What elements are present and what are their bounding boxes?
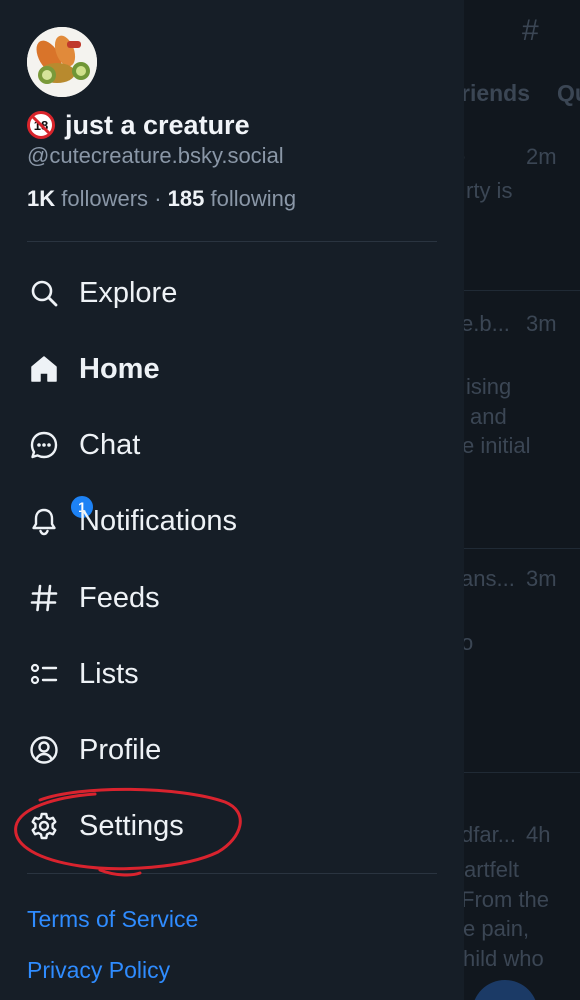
bell-icon xyxy=(32,508,56,536)
post-time: 2m xyxy=(526,144,557,169)
feed-text: dfar... xyxy=(461,822,517,847)
side-drawer: 18 just a creature @cutecreature.bsky.so… xyxy=(0,0,464,1000)
chat-bubble-icon xyxy=(30,431,58,459)
feed-text: ising xyxy=(466,374,512,399)
feed-text: ans... xyxy=(461,566,515,591)
feed-text: From the xyxy=(461,887,550,912)
display-name: just a creature xyxy=(65,109,250,140)
nav-lists-label: Lists xyxy=(79,657,139,690)
display-name-row: 18 just a creature xyxy=(27,108,250,142)
following-label[interactable]: following xyxy=(210,186,296,211)
home-icon xyxy=(31,356,57,382)
following-count[interactable]: 185 xyxy=(168,186,205,211)
feed-text: e.b... xyxy=(461,311,510,336)
nav-feeds-label: Feeds xyxy=(79,581,160,614)
nav-home-label: Home xyxy=(79,352,160,385)
divider xyxy=(27,873,437,874)
feed-divider xyxy=(464,772,580,773)
nav-chat-label: Chat xyxy=(79,428,141,461)
feed-text: artfelt xyxy=(464,857,520,882)
hashtag-icon xyxy=(30,584,58,612)
avatar[interactable] xyxy=(27,27,97,97)
follow-stats: 1K followers · 185 following xyxy=(27,186,296,212)
feed-divider xyxy=(464,548,580,549)
divider xyxy=(27,241,437,242)
feed-divider xyxy=(464,290,580,291)
tab-quiet[interactable]: Qu xyxy=(557,80,580,107)
nav-notifications-label: Notifications xyxy=(79,504,237,537)
followers-label[interactable]: followers xyxy=(61,186,148,211)
nav-lists[interactable]: Lists xyxy=(27,649,427,699)
user-circle-icon xyxy=(30,736,58,764)
nav-explore[interactable]: Explore xyxy=(27,268,427,318)
feed-text: e pain, xyxy=(463,916,530,941)
nav-profile-label: Profile xyxy=(79,733,162,766)
avatar-image xyxy=(27,27,97,97)
gear-icon xyxy=(31,812,57,840)
stats-separator: · xyxy=(154,186,162,211)
nav-settings-label: Settings xyxy=(79,809,184,842)
feed-text: e initial xyxy=(462,433,531,458)
privacy-policy-link[interactable]: Privacy Policy xyxy=(27,957,170,984)
hashtag-icon: # xyxy=(522,14,539,47)
list-icon xyxy=(30,663,58,685)
nav-chat[interactable]: Chat xyxy=(27,420,427,470)
feed-text: rty is xyxy=(466,178,513,203)
post-time: 3m xyxy=(526,566,557,591)
search-icon xyxy=(31,280,58,307)
compose-button[interactable] xyxy=(472,980,538,1000)
nav-feeds[interactable]: Feeds xyxy=(27,573,427,623)
tab-friends[interactable]: riends xyxy=(461,80,530,107)
nav-settings[interactable]: Settings xyxy=(27,801,427,851)
post-time: 3m xyxy=(526,311,557,336)
nav-profile[interactable]: Profile xyxy=(27,725,427,775)
post-time: 4h xyxy=(526,822,551,847)
nav-home[interactable]: Home xyxy=(27,344,427,394)
terms-of-service-link[interactable]: Terms of Service xyxy=(27,906,198,933)
feed-text: and xyxy=(470,404,507,429)
nav-notifications[interactable]: 1 Notifications xyxy=(27,494,427,546)
nav-explore-label: Explore xyxy=(79,276,178,309)
followers-count[interactable]: 1K xyxy=(27,186,55,211)
feed-text: hild who xyxy=(463,946,544,971)
user-handle: @cutecreature.bsky.social xyxy=(27,143,284,168)
no-under-18-icon: 18 xyxy=(27,111,55,139)
